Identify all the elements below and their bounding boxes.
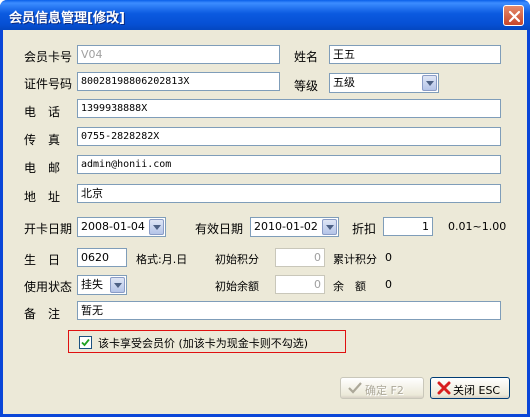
fax-label: 传 真 <box>24 133 61 147</box>
open-date-picker[interactable]: 2008-01-04 <box>77 217 166 237</box>
window-title: 会员信息管理[修改] <box>9 11 125 26</box>
card-no-label: 会员卡号 <box>24 50 73 64</box>
init-balance-label: 初始余额 <box>215 280 259 293</box>
balance-label: 余 额 <box>333 280 366 293</box>
init-balance-field[interactable]: 0 <box>275 275 325 294</box>
card-no-field[interactable]: V04 <box>77 45 280 64</box>
valid-date-label: 有效日期 <box>195 222 244 236</box>
balance-value: 0 <box>385 278 392 291</box>
phone-label: 电 话 <box>24 105 61 119</box>
ok-button-label: 确定 F2 <box>365 384 404 397</box>
address-field[interactable]: 北京 <box>77 184 501 203</box>
level-select[interactable]: 五级 <box>329 73 439 93</box>
address-label: 地 址 <box>24 190 61 204</box>
close-button-label: 关闭 ESC <box>453 384 501 397</box>
birthday-field[interactable]: 0620 <box>77 248 127 267</box>
init-points-field[interactable]: 0 <box>275 248 325 267</box>
discount-range: 0.01~1.00 <box>448 220 507 233</box>
birthday-format-hint: 格式:月.日 <box>136 253 188 266</box>
close-button[interactable]: 关闭 ESC <box>430 377 510 399</box>
discount-field[interactable]: 1 <box>383 217 433 236</box>
level-label: 等级 <box>294 79 319 93</box>
id-field[interactable]: 80028198806202813X <box>77 72 280 91</box>
chevron-down-icon[interactable] <box>322 219 337 235</box>
red-x-icon <box>437 381 451 395</box>
status-value: 挂失 <box>81 278 103 291</box>
status-label: 使用状态 <box>24 280 73 294</box>
level-value: 五级 <box>333 76 355 89</box>
close-icon <box>508 10 521 23</box>
member-price-checkbox[interactable] <box>79 336 92 349</box>
remark-field[interactable]: 暂无 <box>77 301 501 320</box>
total-points-value: 0 <box>385 251 392 264</box>
valid-date-picker[interactable]: 2010-01-02 <box>250 217 339 237</box>
id-label: 证件号码 <box>24 77 73 91</box>
ok-button[interactable]: 确定 F2 <box>340 377 424 399</box>
open-date-label: 开卡日期 <box>24 222 73 236</box>
fax-field[interactable]: 0755-2828282X <box>77 127 501 146</box>
chevron-down-icon[interactable] <box>422 75 437 91</box>
open-date-value: 2008-01-04 <box>81 220 145 233</box>
checkmark-icon <box>81 338 90 347</box>
member-price-checkbox-label: 该卡享受会员价 (加该卡为现金卡则不勾选) <box>98 337 309 350</box>
phone-field[interactable]: 1399938888X <box>77 99 501 118</box>
title-bar[interactable]: 会员信息管理[修改] <box>0 0 530 30</box>
name-label: 姓名 <box>294 50 319 64</box>
total-points-label: 累计积分 <box>333 253 377 266</box>
valid-date-value: 2010-01-02 <box>254 220 318 233</box>
member-price-checkbox-row[interactable]: 该卡享受会员价 (加该卡为现金卡则不勾选) <box>68 330 346 353</box>
status-select[interactable]: 挂失 <box>77 275 127 295</box>
discount-label: 折扣 <box>352 222 377 236</box>
remark-label: 备 注 <box>24 307 61 321</box>
chevron-down-icon[interactable] <box>149 219 164 235</box>
chevron-down-icon[interactable] <box>110 277 125 293</box>
window-close-button[interactable] <box>503 5 524 26</box>
email-label: 电 邮 <box>24 161 61 175</box>
init-points-label: 初始积分 <box>215 253 259 266</box>
birthday-label: 生 日 <box>24 253 61 267</box>
name-field[interactable]: 王五 <box>329 45 501 64</box>
checkmark-icon <box>348 382 362 394</box>
email-field[interactable]: admin@honii.com <box>77 155 501 174</box>
